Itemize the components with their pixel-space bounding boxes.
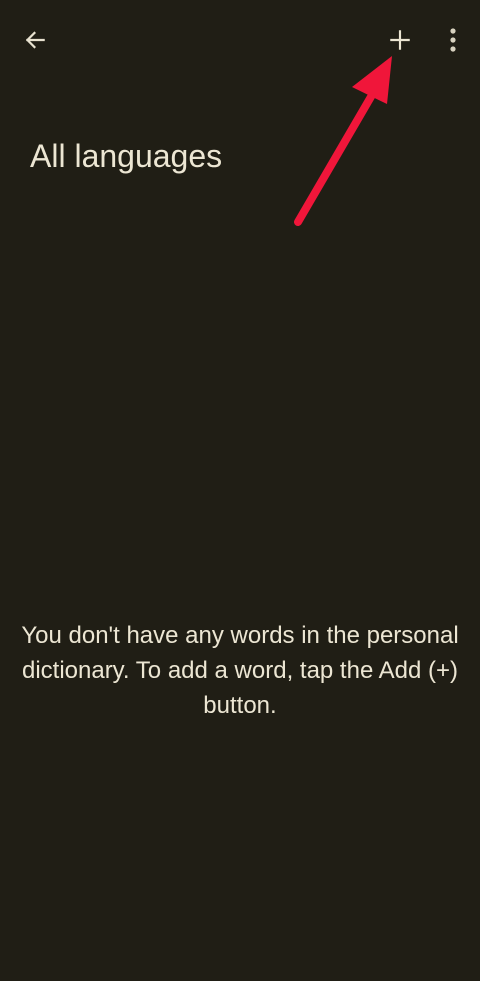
- top-app-bar: [0, 0, 480, 80]
- arrow-left-icon: [22, 27, 48, 53]
- annotation-arrow-shaft: [294, 91, 376, 226]
- plus-icon: [387, 27, 413, 53]
- more-options-button[interactable]: [429, 16, 477, 64]
- add-button[interactable]: [376, 16, 424, 64]
- empty-state-message: You don't have any words in the personal…: [21, 622, 459, 719]
- more-vertical-icon: [449, 27, 457, 53]
- page-title: All languages: [30, 138, 223, 174]
- back-button[interactable]: [11, 16, 59, 64]
